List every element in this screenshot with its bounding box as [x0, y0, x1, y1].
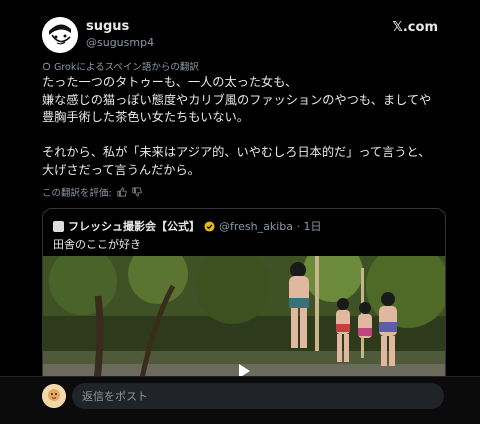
thumbs-up-icon[interactable]	[117, 187, 127, 197]
reply-bar	[0, 376, 480, 424]
translation-note: Grokによるスペイン語からの翻訳	[42, 59, 199, 73]
author-handle[interactable]: @sugusmp4	[86, 36, 154, 49]
refresh-circle-icon	[42, 62, 51, 70]
verified-badge-icon	[204, 220, 215, 232]
translation-note-text: Grokによるスペイン語からの翻訳	[54, 62, 199, 73]
rate-translation: この翻訳を評価:	[42, 185, 142, 199]
quoted-post-header: フレッシュ撮影会【公式】 @fresh_akiba · 1日	[53, 218, 322, 234]
author-name[interactable]: sugus	[86, 19, 129, 34]
quoted-post-text: 田舎のここが好き	[53, 238, 141, 251]
post-text: たった一つのタトゥーも、一人の太った女も、 嫌な感じの猫っぽい態度やカリブ風のフ…	[42, 75, 432, 177]
author-avatar[interactable]	[42, 17, 78, 53]
rate-translation-label: この翻訳を評価:	[42, 188, 112, 199]
x-logo-link[interactable]: 𝕏.com	[392, 20, 438, 35]
quoted-author-avatar[interactable]	[53, 220, 64, 232]
post-card: sugus @sugusmp4 𝕏.com Grokによるスペイン語からの翻訳 …	[0, 0, 480, 424]
reply-input[interactable]	[72, 383, 444, 409]
quoted-author-name[interactable]: フレッシュ撮影会【公式】	[68, 218, 200, 234]
quoted-post[interactable]: フレッシュ撮影会【公式】 @fresh_akiba · 1日 田舎のここが好き	[42, 208, 446, 400]
quoted-author-handle-time: @fresh_akiba · 1日	[219, 220, 322, 233]
current-user-avatar[interactable]	[42, 384, 66, 408]
thumbs-down-icon[interactable]	[132, 187, 142, 197]
person-figure	[358, 302, 372, 338]
